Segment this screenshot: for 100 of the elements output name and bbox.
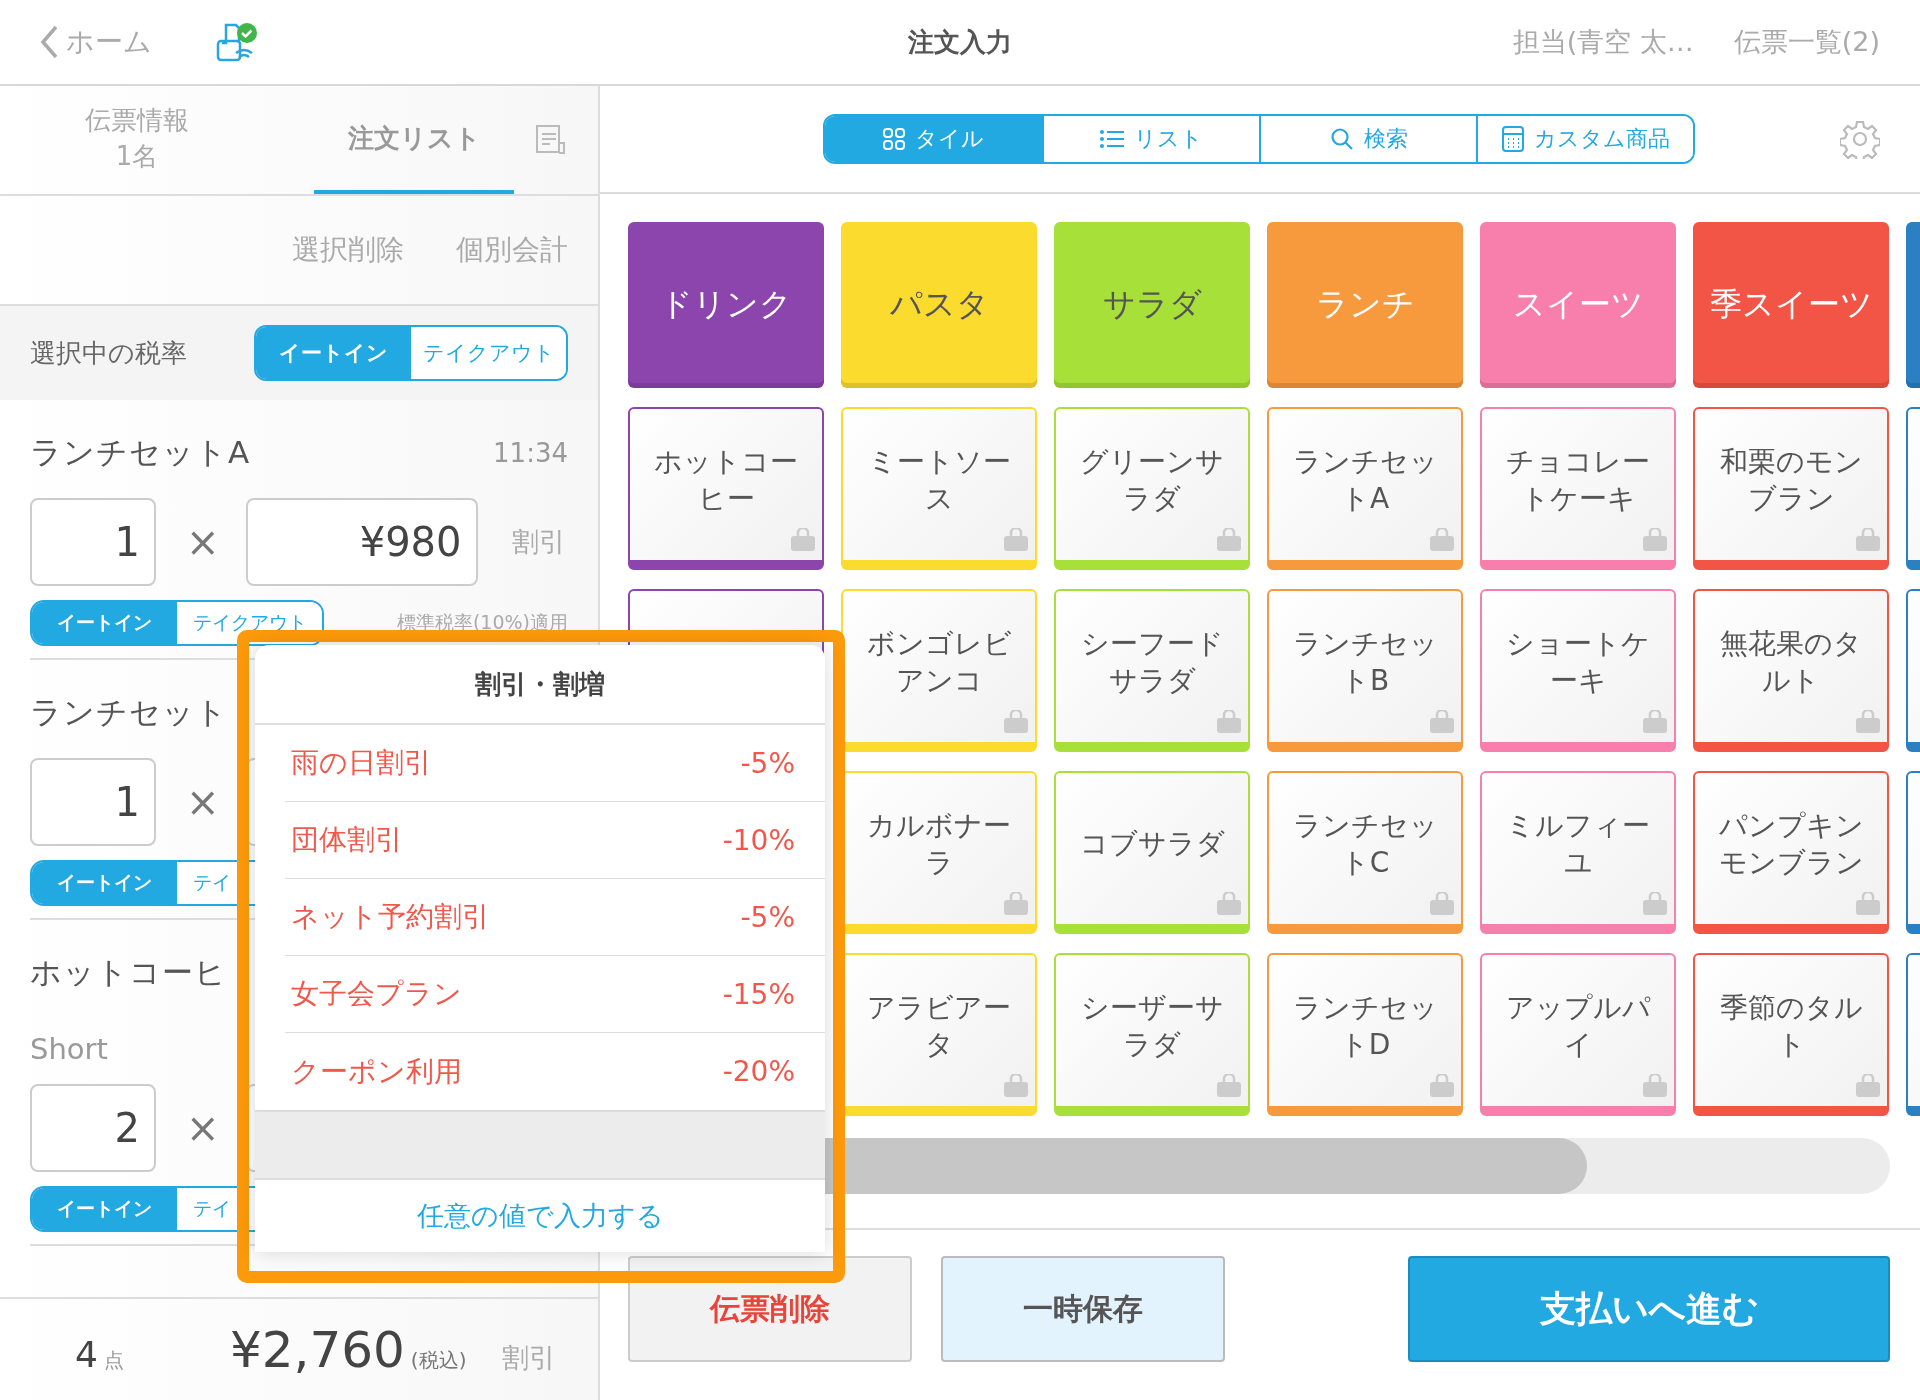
product-tile[interactable]: パンプキンモンブラン bbox=[1693, 771, 1889, 934]
product-tile[interactable]: シーザーサラダ bbox=[1054, 953, 1250, 1116]
bag-icon bbox=[1642, 1074, 1668, 1098]
bag-icon bbox=[1216, 528, 1242, 552]
discount-option[interactable]: 雨の日割引 -5% bbox=[285, 725, 825, 802]
receipt-icon[interactable] bbox=[534, 123, 568, 157]
bag-icon bbox=[1642, 528, 1668, 552]
tax-included-label: (税込) bbox=[410, 1347, 467, 1374]
tax-rate-label: 選択中の税率 bbox=[30, 336, 187, 370]
product-tile[interactable]: アップルパイ bbox=[1480, 953, 1676, 1116]
product-tile[interactable]: コブサラダ bbox=[1054, 771, 1250, 934]
discount-link[interactable]: 割引 bbox=[511, 524, 566, 560]
product-tile[interactable]: 和栗のモンブラン bbox=[1693, 407, 1889, 570]
product-tile[interactable]: チョコレートケーキ bbox=[1480, 407, 1676, 570]
product-tile[interactable]: ランチセットC bbox=[1267, 771, 1463, 934]
product-tile[interactable]: 無花果のタルト bbox=[1693, 589, 1889, 752]
product-tile[interactable]: ミートソース bbox=[841, 407, 1037, 570]
discount-name: 雨の日割引 bbox=[291, 745, 432, 781]
popover-title: 割引・割増 bbox=[475, 667, 605, 701]
product-tile[interactable]: ランチセットA bbox=[1267, 407, 1463, 570]
bag-icon bbox=[1216, 1074, 1242, 1098]
action-link[interactable]: 選択削除 bbox=[292, 231, 404, 269]
category-tile[interactable]: パスタ bbox=[841, 222, 1037, 388]
bag-icon bbox=[1003, 528, 1029, 552]
product-tile[interactable]: ボンゴレビアンコ bbox=[841, 589, 1037, 752]
product-tile[interactable]: グリーンサラダ bbox=[1054, 407, 1250, 570]
hold-button[interactable]: 一時保存 bbox=[941, 1256, 1225, 1362]
view-mode-tab[interactable]: タイル bbox=[825, 116, 1042, 162]
product-tile[interactable]: ランチセットB bbox=[1267, 589, 1463, 752]
item-name: ランチセットA bbox=[30, 433, 251, 472]
bag-icon bbox=[1642, 710, 1668, 734]
quantity-field[interactable]: 2 bbox=[30, 1084, 156, 1172]
discount-option[interactable]: 女子会プラン -15% bbox=[285, 956, 825, 1033]
product-tile[interactable]: 季節のタルト bbox=[1693, 953, 1889, 1116]
multiply-sign: × bbox=[186, 1105, 220, 1151]
discount-option[interactable]: 団体割引 -10% bbox=[285, 802, 825, 879]
eat-in-option[interactable]: イートイン bbox=[256, 327, 411, 379]
discount-option[interactable]: ネット予約割引 -5% bbox=[285, 879, 825, 956]
bag-icon bbox=[790, 528, 816, 552]
bag-icon bbox=[1855, 1074, 1881, 1098]
discount-rate: -5% bbox=[740, 900, 795, 934]
delete-slip-button[interactable]: 伝票削除 bbox=[628, 1256, 912, 1362]
bag-icon bbox=[1429, 528, 1455, 552]
proceed-to-payment-button[interactable]: 支払いへ進む bbox=[1408, 1256, 1890, 1362]
eat-in-option[interactable]: イートイン bbox=[32, 1188, 177, 1230]
discount-rate: -5% bbox=[740, 746, 795, 780]
eat-in-option[interactable]: イートイン bbox=[32, 602, 177, 644]
chevron-left-icon bbox=[40, 25, 58, 59]
discount-name: クーポン利用 bbox=[291, 1053, 462, 1090]
screen-title: 注文入力 bbox=[908, 26, 1012, 57]
eat-in-option[interactable]: イートイン bbox=[32, 862, 177, 904]
discount-rate: -20% bbox=[722, 1055, 795, 1088]
quantity-field[interactable]: 1 bbox=[30, 758, 156, 846]
category-tile[interactable]: 季スイーツ bbox=[1693, 222, 1889, 388]
product-tile[interactable]: ミルフィーユ bbox=[1480, 771, 1676, 934]
bag-icon bbox=[1429, 1074, 1455, 1098]
bag-icon bbox=[1003, 892, 1029, 916]
order-time: 11:34 bbox=[493, 438, 568, 468]
category-tile[interactable]: ドリンク bbox=[628, 222, 824, 388]
search-icon bbox=[1329, 127, 1354, 151]
discount-name: 女子会プラン bbox=[291, 976, 462, 1012]
bag-icon bbox=[1003, 1074, 1029, 1098]
bag-icon bbox=[1429, 710, 1455, 734]
staff-name[interactable]: 担当(青空 太… bbox=[1512, 24, 1694, 60]
view-mode-tab[interactable]: カスタム商品 bbox=[1476, 116, 1693, 162]
discount-rate: -10% bbox=[722, 823, 795, 857]
count-unit: 点 bbox=[103, 1347, 124, 1374]
list-icon bbox=[1100, 129, 1124, 149]
total-discount-link[interactable]: 割引 bbox=[502, 1340, 557, 1376]
bag-icon bbox=[1216, 710, 1242, 734]
slip-list-link[interactable]: 伝票一覧(2) bbox=[1733, 24, 1880, 60]
multiply-sign: × bbox=[186, 519, 220, 565]
product-tile[interactable]: ランチセットD bbox=[1267, 953, 1463, 1116]
calculator-icon bbox=[1501, 126, 1524, 152]
discount-name: 団体割引 bbox=[291, 822, 403, 858]
panel-tab[interactable]: 注文リスト bbox=[314, 86, 514, 194]
item-name: ランチセット bbox=[30, 693, 228, 732]
category-tile[interactable]: スイーツ bbox=[1480, 222, 1676, 388]
category-tile[interactable]: サラダ bbox=[1054, 222, 1250, 388]
item-variant: Short bbox=[30, 1032, 108, 1066]
bag-icon bbox=[1855, 710, 1881, 734]
product-tile[interactable]: ホットコーヒー bbox=[628, 407, 824, 570]
action-link[interactable]: 個別会計 bbox=[456, 231, 568, 269]
panel-tab[interactable]: 伝票情報 1名 bbox=[0, 86, 274, 194]
product-tile[interactable]: シーフードサラダ bbox=[1054, 589, 1250, 752]
price-field[interactable]: ¥980 bbox=[245, 498, 478, 586]
settings-icon[interactable] bbox=[1840, 119, 1880, 159]
bag-icon bbox=[1642, 892, 1668, 916]
bag-icon bbox=[1855, 528, 1881, 552]
category-tile[interactable]: ランチ bbox=[1267, 222, 1463, 388]
grid-icon bbox=[883, 128, 905, 150]
quantity-field[interactable]: 1 bbox=[30, 498, 156, 586]
back-button[interactable]: ホーム bbox=[40, 23, 152, 61]
item-count: 4 bbox=[75, 1334, 98, 1375]
product-tile[interactable]: ショートケーキ bbox=[1480, 589, 1676, 752]
bag-icon bbox=[1855, 892, 1881, 916]
bag-icon bbox=[1216, 892, 1242, 916]
printer-status-icon[interactable] bbox=[216, 21, 260, 63]
custom-value-link[interactable]: 任意の値で入力する bbox=[255, 1180, 825, 1252]
multiply-sign: × bbox=[186, 779, 220, 825]
